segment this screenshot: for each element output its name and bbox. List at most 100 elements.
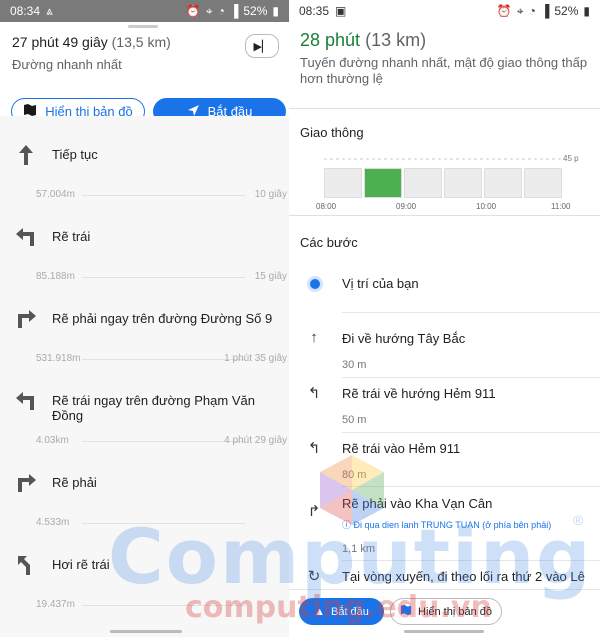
info-icon: ⓘ	[342, 520, 352, 530]
traffic-bar	[484, 168, 522, 198]
step-distance: 80 m	[342, 469, 367, 481]
wifi-icon: ◔	[528, 4, 536, 18]
turn-left-icon: ↰	[307, 440, 321, 457]
turn-left-icon: ↰	[307, 385, 321, 402]
divider	[82, 277, 245, 278]
traffic-bar	[524, 168, 562, 198]
traffic-bar	[404, 168, 442, 198]
bottom-action-bar: ▲ Bắt đầu Hiển thị bản đồ	[289, 589, 600, 637]
alarm-icon: ⏰	[496, 4, 512, 18]
turn-left-icon	[16, 391, 36, 411]
divider	[82, 605, 245, 606]
route-description: Tuyến đường nhanh nhất, mật độ giao thôn…	[300, 55, 588, 86]
divider	[342, 486, 600, 487]
signal-icon: ▐	[540, 4, 550, 18]
roundabout-icon: ↻	[307, 568, 321, 585]
route-duration: 27 phút 49 giây (13,5 km)	[12, 34, 277, 50]
direction-step[interactable]: Tiếp tục 57.004m 10 giây	[0, 116, 289, 200]
slight-left-icon	[16, 555, 36, 575]
status-time: 08:34	[10, 4, 41, 18]
battery-level: 52%	[554, 4, 579, 18]
turn-right-icon	[16, 473, 36, 493]
turn-left-icon	[16, 227, 36, 247]
divider	[82, 195, 245, 196]
route-summary: 28 phút (13 km)	[300, 30, 426, 51]
start-button[interactable]: ▲ Bắt đầu	[299, 598, 384, 625]
divider	[342, 432, 600, 433]
show-map-button[interactable]: Hiển thị bản đồ	[390, 598, 502, 625]
divider	[82, 441, 245, 442]
direction-step[interactable]: Rẽ phải 4.533m	[0, 444, 289, 528]
traffic-tick: 11:00	[551, 202, 571, 211]
steps-heading: Các bước	[300, 235, 358, 250]
direction-step[interactable]: Rẽ trái 85.188m 15 giây	[0, 198, 289, 282]
direction-step[interactable]: Hơi rẽ trái 19.437m	[0, 526, 289, 610]
traffic-heading: Giao thông	[300, 125, 364, 140]
step-preview-button[interactable]: ▶▏	[245, 34, 279, 58]
divider	[82, 359, 245, 360]
skip-next-icon: ▶▏	[253, 40, 271, 53]
step-label: Rẽ trái	[52, 229, 91, 244]
step-label: Rẽ trái vào Hẻm 911	[342, 441, 461, 456]
direction-step[interactable]: Rẽ trái ngay trên đường Phạm Văn Đồng 4.…	[0, 362, 289, 446]
step-note-text: Đi qua dien lanh TRUNG TUAN (ở phía bên …	[353, 520, 552, 530]
route-time: 28 phút	[300, 30, 361, 50]
step-label: Rẽ phải ngay trên đường Đường Số 9	[52, 311, 273, 326]
route-time: 27 phút 49 giây	[12, 34, 108, 50]
left-screen: 08:34 ⩓ ⏰ ⌖ ◔ ▐ 52% ▮ 27 phút 49 giây (1…	[0, 0, 289, 637]
route-distance: (13,5 km)	[111, 34, 171, 50]
step-distance: 50 m	[342, 414, 367, 426]
step-note: ⓘ Đi qua dien lanh TRUNG TUAN (ở phía bê…	[342, 518, 551, 531]
image-icon: ▣	[335, 4, 347, 18]
battery-level: 52%	[243, 4, 268, 18]
home-indicator[interactable]	[110, 630, 182, 633]
step-distance: 19.437m	[36, 599, 75, 610]
route-distance: (13 km)	[365, 30, 427, 50]
straight-arrow-icon: ↑	[310, 329, 318, 346]
status-bar: 08:35 ▣ ⏰ ⌖ ◔ ▐ 52% ▮	[289, 0, 600, 22]
traffic-chart	[324, 168, 564, 198]
direction-step[interactable]: Rẽ phải ngay trên đường Đường Số 9 531.9…	[0, 280, 289, 364]
step-label: Rẽ trái ngay trên đường Phạm Văn Đồng	[52, 393, 255, 423]
navigation-icon: ⩓	[46, 3, 53, 18]
straight-arrow-icon	[16, 145, 36, 165]
step-distance: 30 m	[342, 359, 367, 371]
direction-steps-list: Tiếp tục 57.004m 10 giây Rẽ trái 85.188m…	[0, 116, 289, 637]
step-label: Hơi rẽ trái	[52, 557, 110, 572]
divider	[342, 312, 600, 313]
signal-icon: ▐	[229, 4, 239, 18]
location-icon: ⌖	[516, 3, 524, 18]
step-label: Tại vòng xuyến, đi theo lối ra thứ 2 vào…	[342, 569, 585, 584]
traffic-max-label: 45 p	[563, 154, 579, 163]
traffic-bar	[444, 168, 482, 198]
battery-icon: ▮	[272, 4, 279, 18]
location-icon: ⌖	[205, 3, 213, 18]
traffic-tick: 09:00	[396, 202, 417, 211]
step-label: Rẽ trái về hướng Hẻm 911	[342, 386, 496, 401]
right-screen: 08:35 ▣ ⏰ ⌖ ◔ ▐ 52% ▮ 28 phút (13 km) Tu…	[289, 0, 600, 637]
alarm-icon: ⏰	[185, 4, 201, 18]
step-label: Rẽ phải	[52, 475, 97, 490]
step-label: Tiếp tục	[52, 147, 98, 162]
turn-right-icon	[16, 309, 36, 329]
traffic-bar-current	[364, 168, 402, 198]
divider	[342, 377, 600, 378]
divider	[82, 523, 245, 524]
drag-handle[interactable]	[128, 25, 158, 28]
traffic-bar	[324, 168, 362, 198]
step-distance: 1,1 km	[342, 543, 376, 555]
status-bar: 08:34 ⩓ ⏰ ⌖ ◔ ▐ 52% ▮	[0, 0, 289, 22]
traffic-tick: 10:00	[476, 202, 497, 211]
start-label: Bắt đầu	[330, 605, 369, 618]
traffic-max-line	[324, 158, 564, 160]
battery-icon: ▮	[583, 4, 590, 18]
step-label: Vị trí của bạn	[342, 276, 419, 291]
status-time: 08:35	[299, 4, 330, 18]
home-indicator[interactable]	[404, 630, 484, 633]
step-label: Rẽ phải vào Kha Vạn Cân	[342, 496, 493, 511]
location-dot-icon	[310, 279, 320, 289]
route-description: Đường nhanh nhất	[12, 57, 122, 72]
traffic-tick: 08:00	[316, 202, 337, 211]
divider	[342, 560, 600, 561]
divider	[289, 108, 600, 109]
